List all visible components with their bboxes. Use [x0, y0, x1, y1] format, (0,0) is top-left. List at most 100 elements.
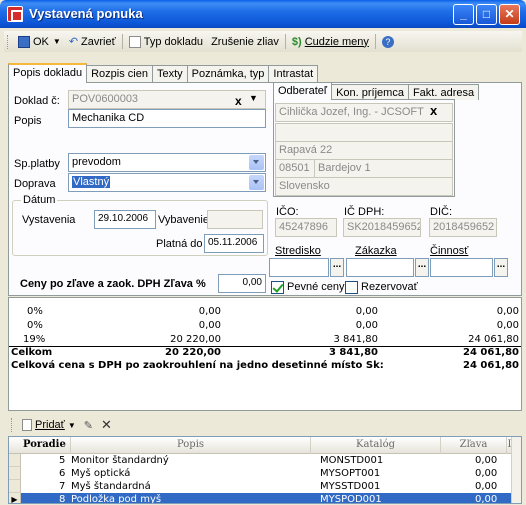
cancel-discounts-button[interactable]: Zrušenie zliav	[207, 32, 283, 51]
help-button[interactable]: ?	[378, 32, 398, 51]
delete-icon: ✕	[100, 417, 112, 432]
customer-city-field[interactable]: Bardejov 1	[314, 159, 453, 178]
toolbar-grip[interactable]	[7, 34, 10, 49]
pevne-ceny-checkbox[interactable]	[271, 281, 284, 294]
customer-tabs: Odberateľ Kon. príjemca Fakt. adresa	[273, 82, 480, 100]
completion-date-field[interactable]	[207, 210, 263, 229]
save-icon	[18, 35, 30, 48]
minimize-button[interactable]: _	[453, 4, 474, 25]
clear-customer-button[interactable]: x	[430, 103, 437, 118]
close-button[interactable]: ↶ Zavrieť	[65, 32, 120, 51]
toolbar-grip[interactable]	[11, 418, 14, 432]
customer-country-field[interactable]: Slovensko	[275, 177, 453, 196]
stredisko-browse-button[interactable]: ...	[330, 258, 344, 277]
customer-zip-field[interactable]: 08501	[275, 159, 315, 178]
dic-label: DIČ:	[430, 206, 452, 218]
customer-name-field[interactable]: Cihlička Jozef, Ing. - JCSOFT	[275, 103, 453, 122]
doklad-label: Doklad č:	[14, 95, 60, 107]
tab-intrastat[interactable]: Intrastat	[268, 65, 319, 83]
stredisko-label: Stredisko	[275, 245, 321, 257]
table-row-selected[interactable]: ▶ 8 Podložka pod myš MYSPOD001 0,00	[9, 493, 514, 503]
discount-percent-field[interactable]: 0,00	[218, 274, 266, 293]
icdph-label: IČ DPH:	[344, 206, 385, 218]
summary-row: 0% 0,00 0,00 0,00	[9, 306, 521, 318]
base-amount: 0,00	[198, 306, 221, 317]
zakazka-field[interactable]	[346, 258, 414, 277]
dollar-icon: $)	[291, 35, 302, 48]
rezervovat-checkbox[interactable]	[345, 281, 358, 294]
row-header-current[interactable]: ▶	[9, 493, 21, 503]
doklad-lookup-x-button[interactable]: x	[235, 94, 242, 108]
customer-line2-field[interactable]	[275, 123, 453, 142]
tab-popis-dokladu[interactable]: Popis dokladu	[8, 63, 88, 83]
vat-rate: 19%	[23, 334, 46, 345]
summary-rounded-row: Celková cena s DPH po zaokrouhlení na je…	[9, 360, 521, 372]
items-grid: Poradie Popis Katalóg Zľava I 5 Monitor …	[8, 436, 522, 504]
rounded-amount: 24 061,80	[463, 360, 519, 371]
tab-odberatel[interactable]: Odberateľ	[273, 82, 333, 100]
doklad-dropdown-icon[interactable]: ▼	[249, 93, 258, 103]
tab-poznamka-typ[interactable]: Poznámka, typ	[186, 65, 270, 83]
vat-rate: 0%	[27, 320, 43, 331]
popis-field[interactable]: Mechanika CD	[68, 109, 266, 128]
stredisko-field[interactable]	[269, 258, 329, 277]
ico-label: IČO:	[276, 206, 299, 218]
issue-date-field[interactable]: 29.10.2006	[94, 210, 156, 229]
summary-row: 19% 20 220,00 3 841,80 24 061,80	[9, 334, 521, 346]
doc-type-button[interactable]: Typ dokladu	[125, 32, 207, 51]
ok-button[interactable]: OK ▼	[14, 32, 65, 51]
delete-item-button[interactable]: ✕	[97, 416, 116, 435]
row-header[interactable]	[9, 480, 21, 493]
celkom-label: Celkom	[11, 347, 53, 358]
base-amount: 0,00	[198, 320, 221, 331]
grid-header: Poradie Popis Katalóg Zľava I	[9, 437, 521, 454]
close-window-button[interactable]: ✕	[499, 4, 520, 25]
dropdown-arrow-icon[interactable]: ▼	[53, 37, 61, 46]
chevron-down-icon[interactable]	[249, 155, 264, 170]
ico-field[interactable]: 45247896	[275, 218, 337, 237]
grid-vertical-scrollbar[interactable]	[511, 437, 521, 503]
vat-rate: 0%	[27, 306, 43, 317]
tab-rozpis-cien[interactable]: Rozpis cien	[86, 65, 153, 83]
main-tabs: Popis dokladu Rozpis cien Texty Poznámka…	[8, 63, 319, 83]
toolbar-separator	[374, 34, 376, 49]
tab-fakt-adresa[interactable]: Fakt. adresa	[407, 84, 480, 100]
payment-method-select[interactable]: prevodom	[68, 153, 266, 172]
title-bar: Vystavená ponuka _ □ ✕	[0, 0, 526, 28]
col-poradie[interactable]: Poradie	[9, 437, 71, 454]
icdph-field[interactable]: SK2018459652	[343, 218, 421, 237]
tab-kon-prijemca[interactable]: Kon. príjemca	[331, 84, 409, 100]
zakazka-browse-button[interactable]: ...	[415, 258, 429, 277]
dropdown-arrow-icon[interactable]: ▼	[68, 421, 76, 430]
col-popis[interactable]: Popis	[71, 437, 311, 454]
cinnost-browse-button[interactable]: ...	[494, 258, 508, 277]
popis-label: Popis	[14, 115, 42, 127]
dic-field[interactable]: 2018459652	[429, 218, 497, 237]
maximize-button[interactable]: □	[476, 4, 497, 25]
edit-icon: ✎	[83, 419, 93, 432]
valid-until-field[interactable]: 05.11.2006	[204, 234, 264, 253]
summary-row: 0% 0,00 0,00 0,00	[9, 320, 521, 332]
add-item-button[interactable]: Pridať ▼	[18, 416, 80, 435]
edit-item-button[interactable]: ✎	[80, 416, 97, 435]
col-katalog[interactable]: Katalóg	[311, 437, 441, 454]
app-icon	[7, 6, 23, 22]
customer-street-field[interactable]: Rapavá 22	[275, 141, 453, 160]
row-header[interactable]	[9, 454, 21, 467]
foreign-currency-button[interactable]: $) Cudzie meny	[288, 32, 373, 51]
vat-amount: 0,00	[355, 320, 378, 331]
vat-summary: 0% 0,00 0,00 0,00 0% 0,00 0,00 0,00 19% …	[8, 297, 522, 411]
cinnost-label: Činnosť	[430, 245, 469, 257]
total-vat-amount: 3 841,80	[328, 347, 378, 358]
row-header[interactable]	[9, 467, 21, 480]
tab-texty[interactable]: Texty	[151, 65, 188, 83]
transport-value: Vlastný	[72, 176, 111, 188]
transport-select[interactable]: Vlastný	[68, 173, 266, 192]
chevron-down-icon[interactable]	[249, 175, 264, 190]
col-zlava[interactable]: Zľava	[441, 437, 507, 454]
table-row[interactable]: 6 Myš optická MYSOPT001 0,00	[9, 467, 514, 480]
table-row[interactable]: 5 Monitor štandardný MONSTD001 0,00	[9, 454, 514, 467]
table-row[interactable]: 7 Myš štandardná MYSSTD001 0,00	[9, 480, 514, 493]
doprava-label: Doprava	[14, 178, 56, 190]
cinnost-field[interactable]	[430, 258, 493, 277]
